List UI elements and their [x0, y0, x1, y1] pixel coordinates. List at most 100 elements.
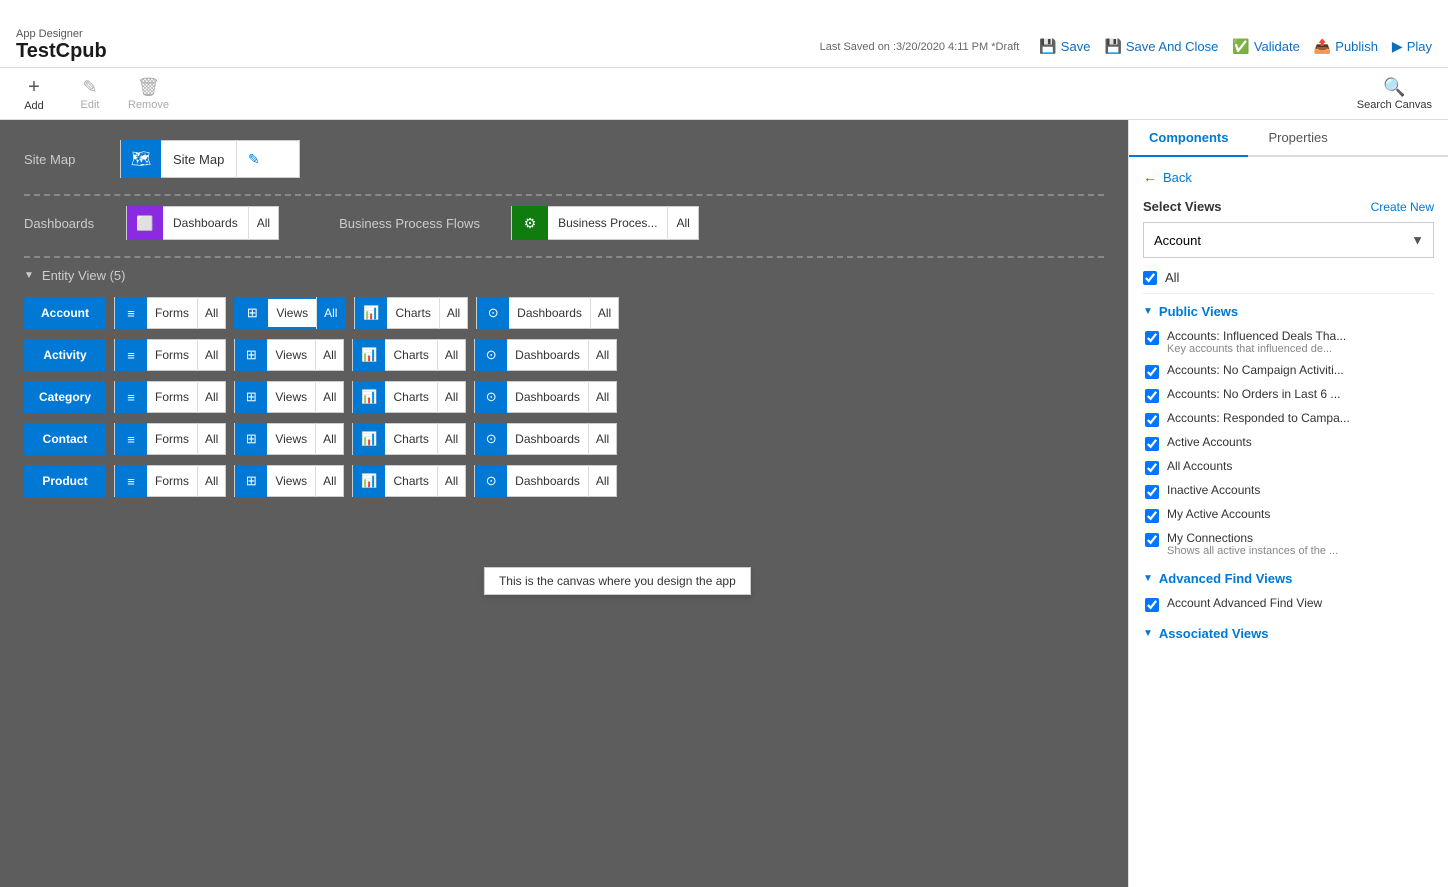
associated-views-header[interactable]: ▼ Associated Views [1143, 626, 1434, 641]
advanced-find-header[interactable]: ▼ Advanced Find Views [1143, 571, 1434, 586]
entity-component[interactable]: ⊙DashboardsAll [474, 381, 617, 413]
view-checkbox[interactable] [1145, 365, 1159, 379]
entity-component[interactable]: ≡FormsAll [114, 297, 226, 329]
view-checkbox[interactable] [1145, 509, 1159, 523]
entity-toggle-icon: ▼ [24, 270, 34, 281]
comp-all-btn[interactable]: All [315, 339, 343, 371]
entity-component[interactable]: ⊞ViewsAll [234, 465, 344, 497]
entity-component[interactable]: 📊ChartsAll [354, 297, 468, 329]
dashboards-block[interactable]: ⬜ Dashboards All [126, 206, 279, 240]
comp-all-btn[interactable]: All [197, 465, 225, 497]
comp-all-btn[interactable]: All [439, 297, 467, 329]
entity-component[interactable]: ⊞ViewsAll [234, 339, 344, 371]
entity-component[interactable]: ≡FormsAll [114, 423, 226, 455]
comp-all-btn[interactable]: All [197, 339, 225, 371]
view-checkbox[interactable] [1145, 485, 1159, 499]
entity-name-btn[interactable]: Activity [24, 339, 106, 371]
entity-component[interactable]: 📊ChartsAll [352, 465, 466, 497]
comp-all-btn[interactable]: All [437, 423, 465, 455]
comp-all-btn[interactable]: All [437, 381, 465, 413]
entity-row: Product≡FormsAll⊞ViewsAll📊ChartsAll⊙Dash… [24, 465, 1104, 497]
bpf-all-btn[interactable]: All [667, 206, 697, 240]
comp-all-btn[interactable]: All [588, 465, 616, 497]
comp-all-btn[interactable]: All [590, 297, 618, 329]
publish-button[interactable]: 📤 Publish [1314, 38, 1378, 55]
sitemap-edit-icon[interactable]: ✎ [236, 140, 270, 178]
entity-component[interactable]: ⊞ViewsAll [234, 423, 344, 455]
entity-component[interactable]: ⊙DashboardsAll [474, 423, 617, 455]
bpf-block[interactable]: ⚙ Business Proces... All [511, 206, 699, 240]
entity-name-btn[interactable]: Product [24, 465, 106, 497]
entity-component[interactable]: 📊ChartsAll [352, 381, 466, 413]
save-button[interactable]: 💾 Save [1039, 38, 1090, 55]
sitemap-block[interactable]: 🗺 Site Map ✎ [120, 140, 300, 178]
toolbar-search[interactable]: 🔍 Search Canvas [1357, 77, 1432, 111]
entity-component[interactable]: ≡FormsAll [114, 465, 226, 497]
comp-text: Views [267, 432, 315, 446]
view-item: My ConnectionsShows all active instances… [1143, 527, 1434, 561]
entity-component[interactable]: ⊙DashboardsAll [474, 465, 617, 497]
advanced-find-triangle: ▼ [1143, 573, 1153, 584]
sitemap-label: Site Map [24, 152, 104, 167]
entity-component[interactable]: ⊞ViewsAll [234, 297, 346, 329]
create-new-link[interactable]: Create New [1371, 200, 1434, 214]
comp-text: Views [268, 306, 316, 320]
comp-all-btn[interactable]: All [315, 381, 343, 413]
entity-component[interactable]: ≡FormsAll [114, 381, 226, 413]
view-checkbox[interactable] [1145, 437, 1159, 451]
entity-component[interactable]: 📊ChartsAll [352, 423, 466, 455]
views-dropdown-select[interactable]: Account [1143, 222, 1434, 258]
comp-text: Dashboards [507, 348, 588, 362]
play-button[interactable]: ▶ Play [1392, 38, 1432, 55]
view-checkbox[interactable] [1145, 533, 1159, 547]
entity-rows: Account≡FormsAll⊞ViewsAll📊ChartsAll⊙Dash… [24, 297, 1104, 497]
entity-view-title: Entity View (5) [42, 268, 126, 283]
view-checkbox[interactable] [1145, 598, 1159, 612]
comp-all-btn[interactable]: All [197, 381, 225, 413]
remove-button[interactable]: 🗑 Remove [128, 77, 169, 111]
entity-name-btn[interactable]: Category [24, 381, 106, 413]
all-checkbox[interactable] [1143, 271, 1157, 285]
entity-name-btn[interactable]: Contact [24, 423, 106, 455]
entity-view-header[interactable]: ▼ Entity View (5) [24, 268, 1104, 283]
back-button[interactable]: ← Back [1143, 169, 1434, 185]
entity-name-btn[interactable]: Account [24, 297, 106, 329]
comp-all-btn[interactable]: All [197, 297, 225, 329]
save-close-button[interactable]: 💾 Save And Close [1104, 38, 1218, 55]
tab-properties[interactable]: Properties [1248, 120, 1347, 155]
tab-components[interactable]: Components [1129, 120, 1248, 157]
comp-all-btn[interactable]: All [588, 339, 616, 371]
comp-text: Forms [147, 348, 197, 362]
public-views-header[interactable]: ▼ Public Views [1143, 304, 1434, 319]
comp-all-btn[interactable]: All [197, 423, 225, 455]
comp-all-btn[interactable]: All [588, 381, 616, 413]
view-checkbox[interactable] [1145, 461, 1159, 475]
header-left: App Designer TestCpub [16, 28, 107, 63]
bpf-label: Business Process Flows [339, 216, 499, 231]
views-dropdown-wrapper: Account ▼ [1143, 222, 1434, 258]
canvas-scroll-outer[interactable]: Site Map 🗺 Site Map ✎ Dashboards ⬜ Dashb… [0, 120, 1128, 887]
entity-row: Activity≡FormsAll⊞ViewsAll📊ChartsAll⊙Das… [24, 339, 1104, 371]
view-checkbox[interactable] [1145, 331, 1159, 345]
entity-component[interactable]: ⊙DashboardsAll [474, 339, 617, 371]
comp-all-btn[interactable]: All [588, 423, 616, 455]
entity-row: Contact≡FormsAll⊞ViewsAll📊ChartsAll⊙Dash… [24, 423, 1104, 455]
entity-component[interactable]: 📊ChartsAll [352, 339, 466, 371]
comp-text: Views [267, 474, 315, 488]
view-checkbox[interactable] [1145, 389, 1159, 403]
validate-button[interactable]: ✅ Validate [1232, 38, 1299, 55]
entity-component[interactable]: ⊞ViewsAll [234, 381, 344, 413]
edit-button[interactable]: ✎ Edit [72, 77, 108, 111]
charts-icon: 📊 [353, 339, 385, 371]
comp-all-btn[interactable]: All [437, 339, 465, 371]
comp-all-btn[interactable]: All [437, 465, 465, 497]
entity-component[interactable]: ⊙DashboardsAll [476, 297, 619, 329]
forms-icon: ≡ [115, 381, 147, 413]
dashboards-all-btn[interactable]: All [248, 206, 278, 240]
entity-component[interactable]: ≡FormsAll [114, 339, 226, 371]
comp-all-btn[interactable]: All [315, 423, 343, 455]
view-checkbox[interactable] [1145, 413, 1159, 427]
add-button[interactable]: + Add [16, 76, 52, 112]
comp-all-btn[interactable]: All [315, 465, 343, 497]
comp-all-btn[interactable]: All [316, 297, 344, 329]
